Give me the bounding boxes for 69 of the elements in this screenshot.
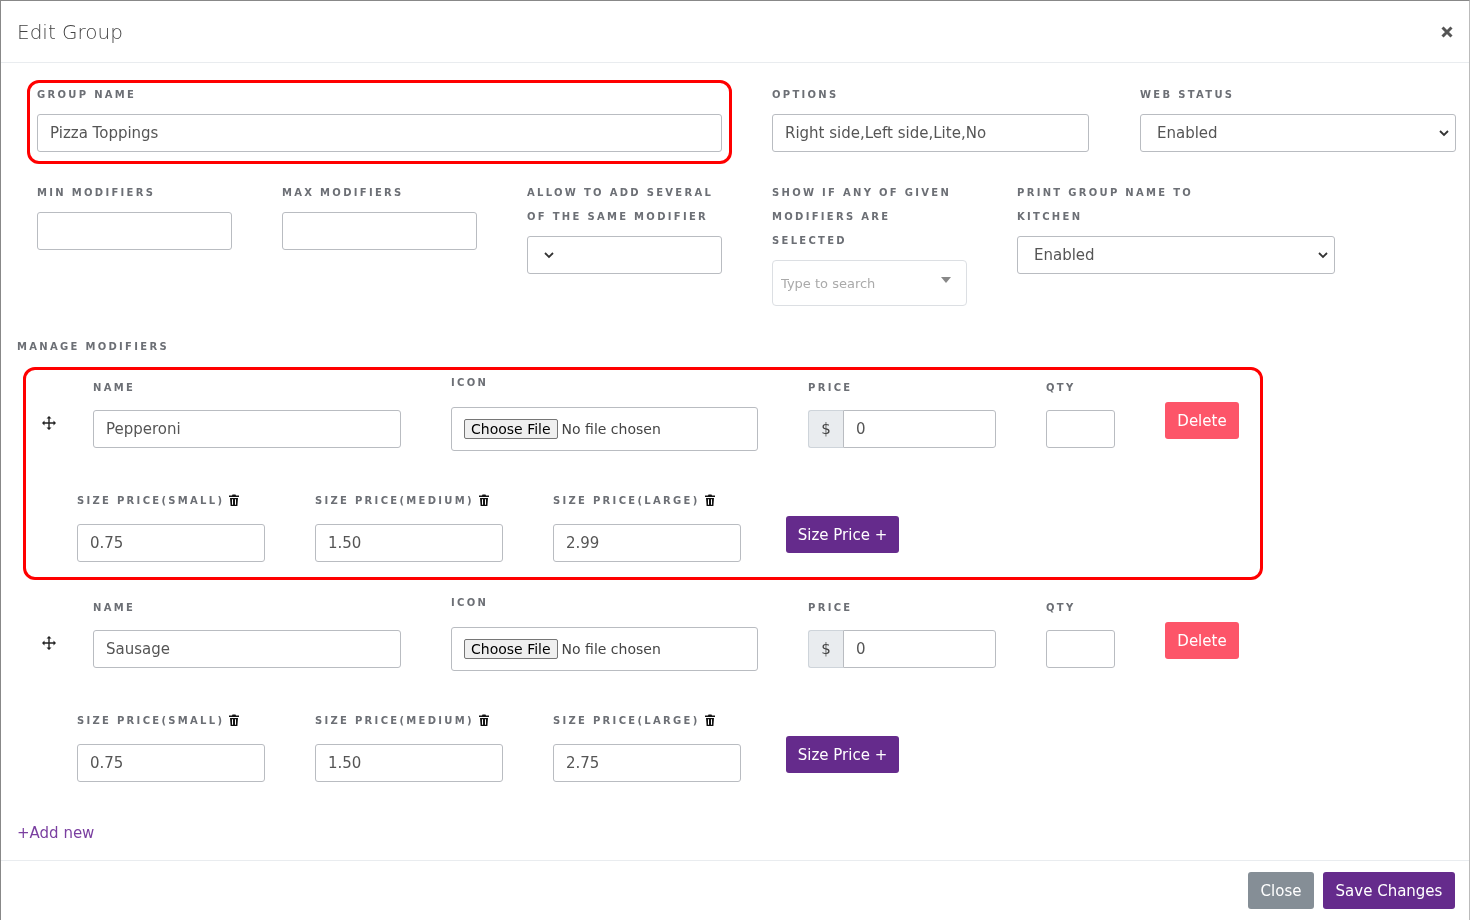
size-price-field[interactable]: 1.50 bbox=[315, 524, 503, 562]
currency-addon: $ bbox=[808, 630, 843, 668]
price-field[interactable]: 0 bbox=[843, 630, 996, 668]
min-modifiers-field[interactable] bbox=[37, 212, 232, 250]
close-icon bbox=[1441, 25, 1453, 38]
size-price-field[interactable]: 2.99 bbox=[553, 524, 741, 562]
choose-file-button[interactable]: Choose File bbox=[464, 419, 558, 439]
file-field[interactable]: Choose File No file chosen bbox=[451, 627, 758, 671]
field-label: QTY bbox=[1046, 381, 1077, 395]
size-price-field[interactable]: 1.50 bbox=[315, 744, 503, 782]
trash-icon bbox=[229, 494, 240, 506]
max-modifiers-field[interactable] bbox=[282, 212, 477, 250]
size-price-button[interactable]: Size Price + bbox=[786, 736, 899, 773]
group-name-field[interactable]: Pizza Toppings bbox=[37, 114, 722, 152]
field-label: SIZE PRICE(SMALL) bbox=[77, 494, 225, 508]
field-label: MAX MODIFIERS bbox=[282, 186, 405, 200]
size-price-button[interactable]: Size Price + bbox=[786, 516, 899, 553]
field-label: SIZE PRICE(MEDIUM) bbox=[315, 714, 474, 728]
field-label: OPTIONS bbox=[772, 88, 840, 102]
field-label: NAME bbox=[93, 381, 137, 395]
qty-field[interactable] bbox=[1046, 410, 1115, 448]
field-label: PRICE bbox=[808, 381, 854, 395]
web-status-select[interactable]: Enabled bbox=[1140, 114, 1456, 152]
modifier-name-field[interactable]: Pepperoni bbox=[93, 410, 401, 448]
currency-addon: $ bbox=[808, 410, 843, 448]
field-label: SIZE PRICE(SMALL) bbox=[77, 714, 225, 728]
field-label: ALLOW TO ADD SEVERAL OF THE SAME MODIFIER bbox=[527, 186, 715, 224]
chevron-icon bbox=[544, 251, 554, 259]
trash-icon bbox=[478, 714, 489, 726]
choose-file-button[interactable]: Choose File bbox=[464, 639, 558, 659]
chevron-icon bbox=[1318, 251, 1328, 259]
dialog-title: Edit Group bbox=[17, 19, 123, 44]
field-label: GROUP NAME bbox=[37, 88, 138, 102]
file-status-text: No file chosen bbox=[561, 421, 661, 437]
modifier-name-field[interactable]: Sausage bbox=[93, 630, 401, 668]
move-icon[interactable] bbox=[42, 636, 56, 650]
file-field[interactable]: Choose File No file chosen bbox=[451, 407, 758, 451]
qty-field[interactable] bbox=[1046, 630, 1115, 668]
field-label: WEB STATUS bbox=[1140, 88, 1236, 102]
field-label: NAME bbox=[93, 601, 137, 615]
chevron-icon bbox=[1439, 129, 1449, 137]
print-group-name-select[interactable]: Enabled bbox=[1017, 236, 1335, 274]
field-label: QTY bbox=[1046, 601, 1077, 615]
field-label: ICON bbox=[451, 596, 490, 610]
field-label: ICON bbox=[451, 376, 490, 390]
options-field[interactable]: Right side,Left side,Lite,No bbox=[772, 114, 1089, 152]
field-label: SIZE PRICE(LARGE) bbox=[553, 714, 700, 728]
size-price-field[interactable]: 2.75 bbox=[553, 744, 741, 782]
trash-icon bbox=[704, 494, 715, 506]
field-label: SHOW IF ANY OF GIVEN MODIFIERS ARE SELECTED bbox=[772, 186, 953, 248]
allow-several-select[interactable] bbox=[527, 236, 722, 274]
size-price-field[interactable]: 0.75 bbox=[77, 744, 265, 782]
save-changes-button[interactable]: Save Changes bbox=[1323, 872, 1455, 909]
move-icon[interactable] bbox=[42, 416, 56, 430]
field-label: PRINT GROUP NAME TO KITCHEN bbox=[1017, 186, 1195, 224]
add-new-link[interactable]: +Add new bbox=[17, 823, 95, 843]
field-label: SIZE PRICE(LARGE) bbox=[553, 494, 700, 508]
trash-icon bbox=[229, 714, 240, 726]
section-heading: MANAGE MODIFIERS bbox=[17, 340, 170, 354]
size-price-field[interactable]: 0.75 bbox=[77, 524, 265, 562]
field-label: PRICE bbox=[808, 601, 854, 615]
field-label: SIZE PRICE(MEDIUM) bbox=[315, 494, 474, 508]
caret-icon bbox=[941, 277, 951, 283]
trash-icon bbox=[704, 714, 715, 726]
trash-icon bbox=[478, 494, 489, 506]
file-status-text: No file chosen bbox=[561, 641, 661, 657]
price-field[interactable]: 0 bbox=[843, 410, 996, 448]
modifier-search-field[interactable]: Type to search bbox=[772, 260, 967, 306]
field-label: MIN MODIFIERS bbox=[37, 186, 157, 200]
